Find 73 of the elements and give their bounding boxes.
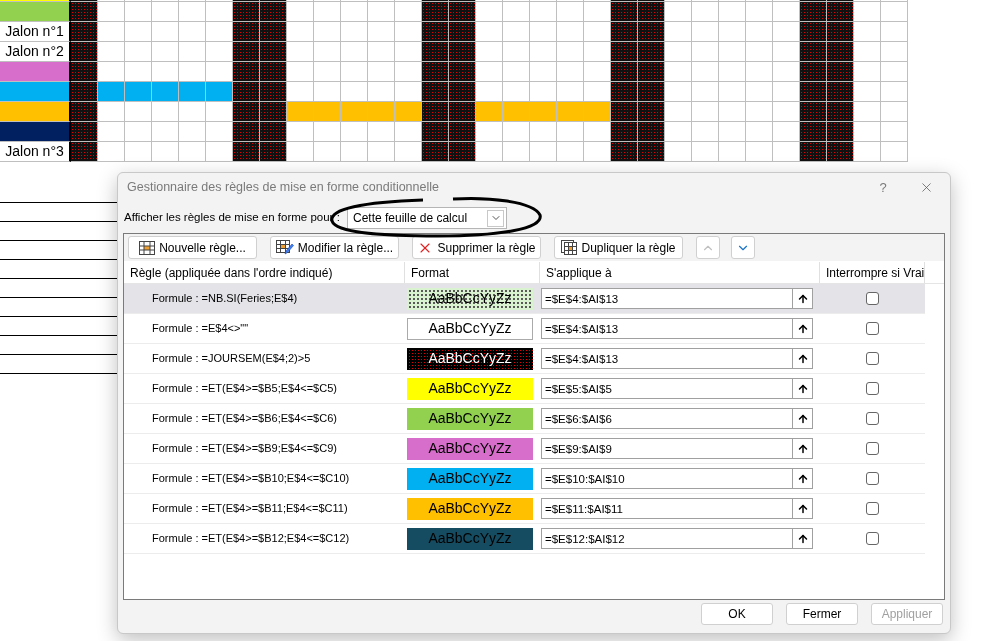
collapse-button[interactable] (792, 318, 813, 339)
toolbar-button[interactable]: Dupliquer la règle (554, 236, 683, 259)
range-field[interactable]: =$E$12:$AI$12 (541, 528, 792, 549)
arrow-up-icon (796, 442, 809, 455)
collapse-button[interactable] (792, 528, 813, 549)
rule-row[interactable]: Formule : =NB.SI(Feries;E$4) AaBbCcYyZz =$E$4:$AI$13 (124, 284, 925, 314)
toolbar-button[interactable]: Nouvelle règle... (128, 236, 257, 259)
range-field[interactable]: =$E$4:$AI$13 (541, 348, 792, 369)
table-icon (561, 240, 578, 255)
stop-if-true-checkbox[interactable] (866, 532, 879, 545)
format-preview: AaBbCcYyZz (407, 317, 533, 340)
collapse-button[interactable] (792, 288, 813, 309)
arrow-up-icon (796, 352, 809, 365)
range-field[interactable]: =$E$6:$AI$6 (541, 408, 792, 429)
scope-dropdown[interactable]: Cette feuille de calcul (347, 207, 507, 229)
column-header: S'applique à (540, 262, 820, 283)
rule-formula: Formule : =E$4<>"" (151, 321, 250, 337)
rule-formula: Formule : =ET(E$4>=$B10;E$4<=$C10) (151, 471, 351, 487)
dialog-title: Gestionnaire des règles de mise en forme conditionnelle (127, 179, 440, 197)
arrow-up-icon (796, 502, 809, 515)
toolbar-button[interactable]: Supprimer la règle (412, 236, 541, 259)
table-icon (139, 240, 156, 255)
format-preview: AaBbCcYyZz (407, 497, 533, 520)
collapse-button[interactable] (792, 438, 813, 459)
format-preview: AaBbCcYyZz (407, 287, 533, 310)
arrow-up-icon (796, 532, 809, 545)
stop-if-true-checkbox[interactable] (866, 382, 879, 395)
collapse-button[interactable] (792, 378, 813, 399)
collapse-button[interactable] (792, 348, 813, 369)
range-field[interactable]: =$E$4:$AI$13 (541, 288, 792, 309)
stop-if-true-checkbox[interactable] (866, 502, 879, 515)
range-field[interactable]: =$E$11:$AI$11 (541, 498, 792, 519)
format-preview: AaBbCcYyZz (407, 377, 533, 400)
range-field[interactable]: =$E$9:$AI$9 (541, 438, 792, 459)
range-field[interactable]: =$E$4:$AI$13 (541, 318, 792, 339)
format-preview: AaBbCcYyZz (407, 347, 533, 370)
stop-if-true-checkbox[interactable] (866, 322, 879, 335)
arrow-up-icon (796, 412, 809, 425)
dropdown-caret-icon (487, 209, 504, 227)
stop-if-true-checkbox[interactable] (866, 412, 879, 425)
column-header: Format (405, 262, 540, 283)
stop-if-true-checkbox[interactable] (866, 472, 879, 485)
rule-formula: Formule : =ET(E$4>=$B5;E$4<=$C5) (151, 381, 338, 397)
arrow-up-icon (796, 322, 809, 335)
stop-if-true-checkbox[interactable] (866, 292, 879, 305)
arrow-up-icon (796, 472, 809, 485)
range-field[interactable]: =$E$5:$AI$5 (541, 378, 792, 399)
format-preview: AaBbCcYyZz (407, 407, 533, 430)
range-field[interactable]: =$E$10:$AI$10 (541, 468, 792, 489)
rule-formula: Formule : =NB.SI(Feries;E$4) (151, 291, 299, 307)
stop-if-true-checkbox[interactable] (866, 352, 879, 365)
column-header: Règle (appliquée dans l'ordre indiqué) (124, 262, 405, 283)
format-preview: AaBbCcYyZz (407, 527, 533, 550)
dialog-button[interactable]: OK (701, 603, 773, 625)
arrow-up-icon (796, 382, 809, 395)
dialog-button[interactable]: Fermer (786, 603, 858, 625)
column-header: Interrompre si Vrai (820, 262, 925, 283)
rule-formula: Formule : =ET(E$4>=$B11;E$4<=$C11) (151, 501, 349, 517)
toolbar-button[interactable]: Modifier la règle... (270, 236, 399, 259)
format-preview: AaBbCcYyZz (407, 467, 533, 490)
rule-formula: Formule : =JOURSEM(E$4;2)>5 (151, 351, 312, 367)
move-down-button[interactable] (731, 236, 755, 259)
collapse-button[interactable] (792, 498, 813, 519)
format-preview: AaBbCcYyZz (407, 437, 533, 460)
rule-formula: Formule : =ET(E$4>=$B6;E$4<=$C6) (151, 411, 338, 427)
arrow-up-icon (796, 292, 809, 305)
collapse-button[interactable] (792, 468, 813, 489)
help-button[interactable]: ? (868, 175, 898, 200)
rule-formula: Formule : =ET(E$4>=$B9;E$4<=$C9) (151, 441, 338, 457)
rule-formula: Formule : =ET(E$4>=$B12;E$4<=$C12) (151, 531, 351, 547)
stop-if-true-checkbox[interactable] (866, 442, 879, 455)
collapse-button[interactable] (792, 408, 813, 429)
table-pencil-icon (275, 240, 294, 255)
